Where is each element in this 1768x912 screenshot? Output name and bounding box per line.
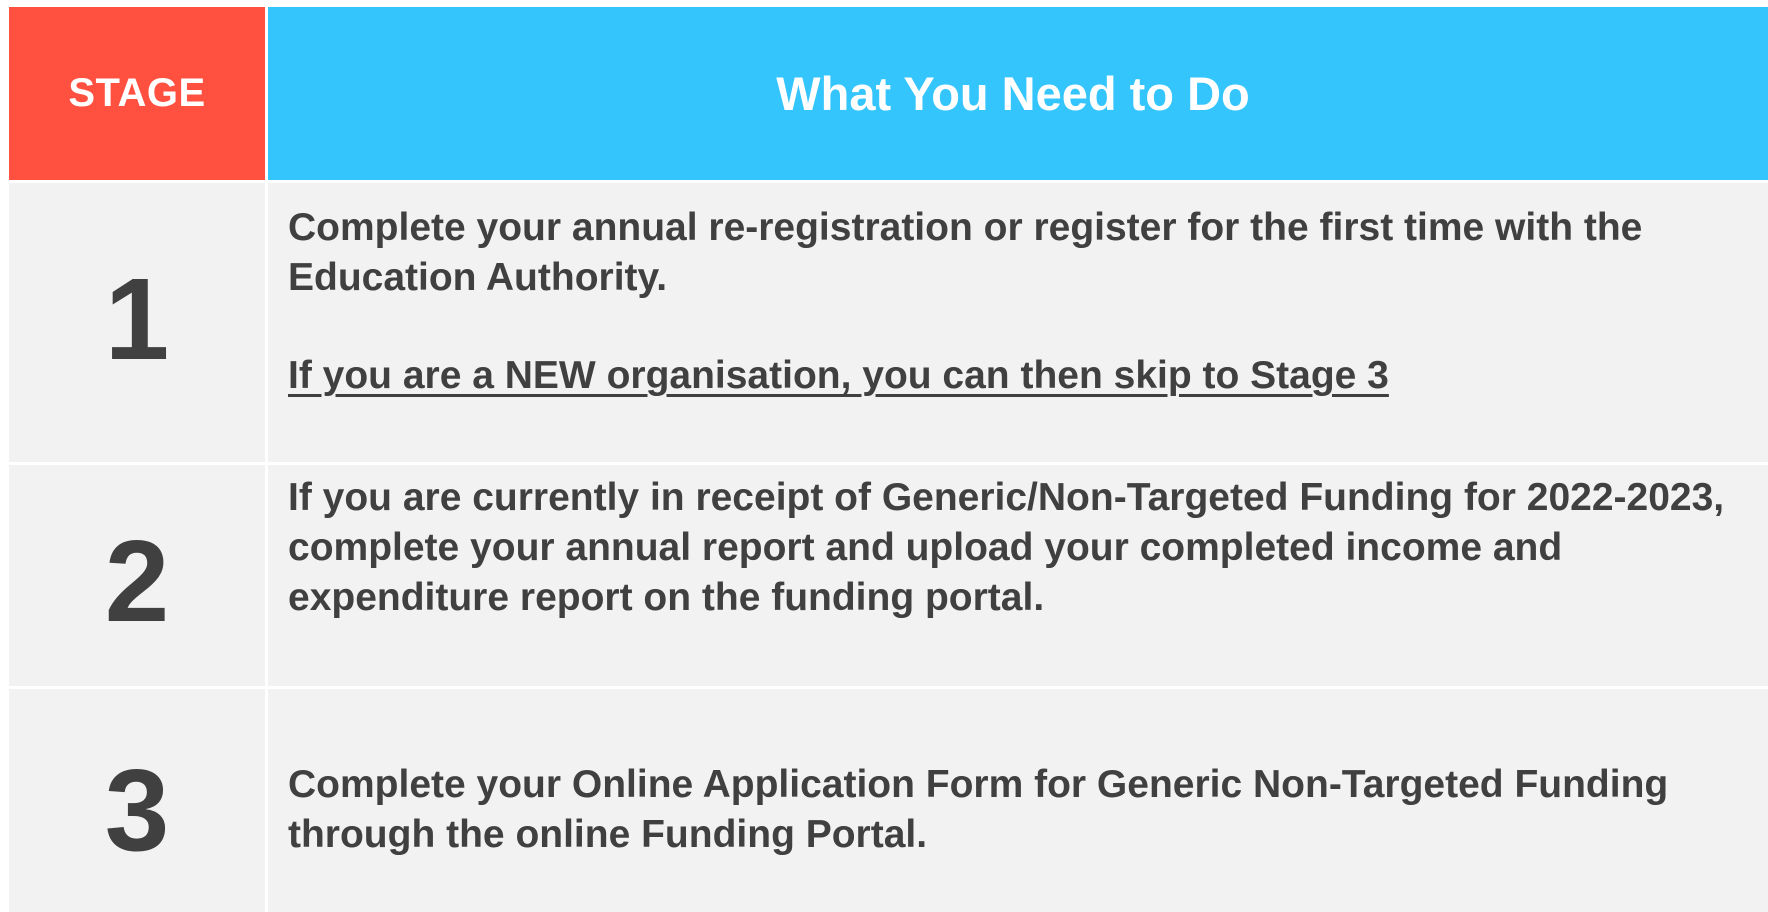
stage-number: 2 xyxy=(104,515,170,646)
stage-number: 1 xyxy=(104,253,170,384)
task-description: Complete your annual re-registration or … xyxy=(288,203,1758,401)
task-cell: Complete your Online Application Form fo… xyxy=(268,689,1768,912)
stage-header-cell: STAGE xyxy=(9,7,265,180)
table-row: 3 Complete your Online Application Form … xyxy=(9,689,1768,912)
stage-cell: 3 xyxy=(9,689,265,912)
table-row: 1 Complete your annual re-registration o… xyxy=(9,183,1768,462)
stage-cell: 2 xyxy=(9,465,265,686)
task-description: If you are currently in receipt of Gener… xyxy=(288,476,1725,619)
stage-cell: 1 xyxy=(9,183,265,462)
stage-number: 3 xyxy=(104,744,170,875)
task-cell: If you are currently in receipt of Gener… xyxy=(268,465,1768,686)
table-row: 2 If you are currently in receipt of Gen… xyxy=(9,465,1768,686)
task-header-cell: What You Need to Do xyxy=(268,7,1768,180)
stages-table: STAGE What You Need to Do 1 Complete you… xyxy=(9,7,1768,912)
stage-header-label: STAGE xyxy=(68,71,206,115)
task-cell: Complete your annual re-registration or … xyxy=(268,183,1768,462)
table-header-row: STAGE What You Need to Do xyxy=(9,7,1768,180)
task-note: If you are a NEW organisation, you can t… xyxy=(288,354,1389,397)
task-description: Complete your Online Application Form fo… xyxy=(288,762,1669,856)
task-text: Complete your annual re-registration or … xyxy=(288,206,1643,299)
task-header-label: What You Need to Do xyxy=(776,67,1250,120)
